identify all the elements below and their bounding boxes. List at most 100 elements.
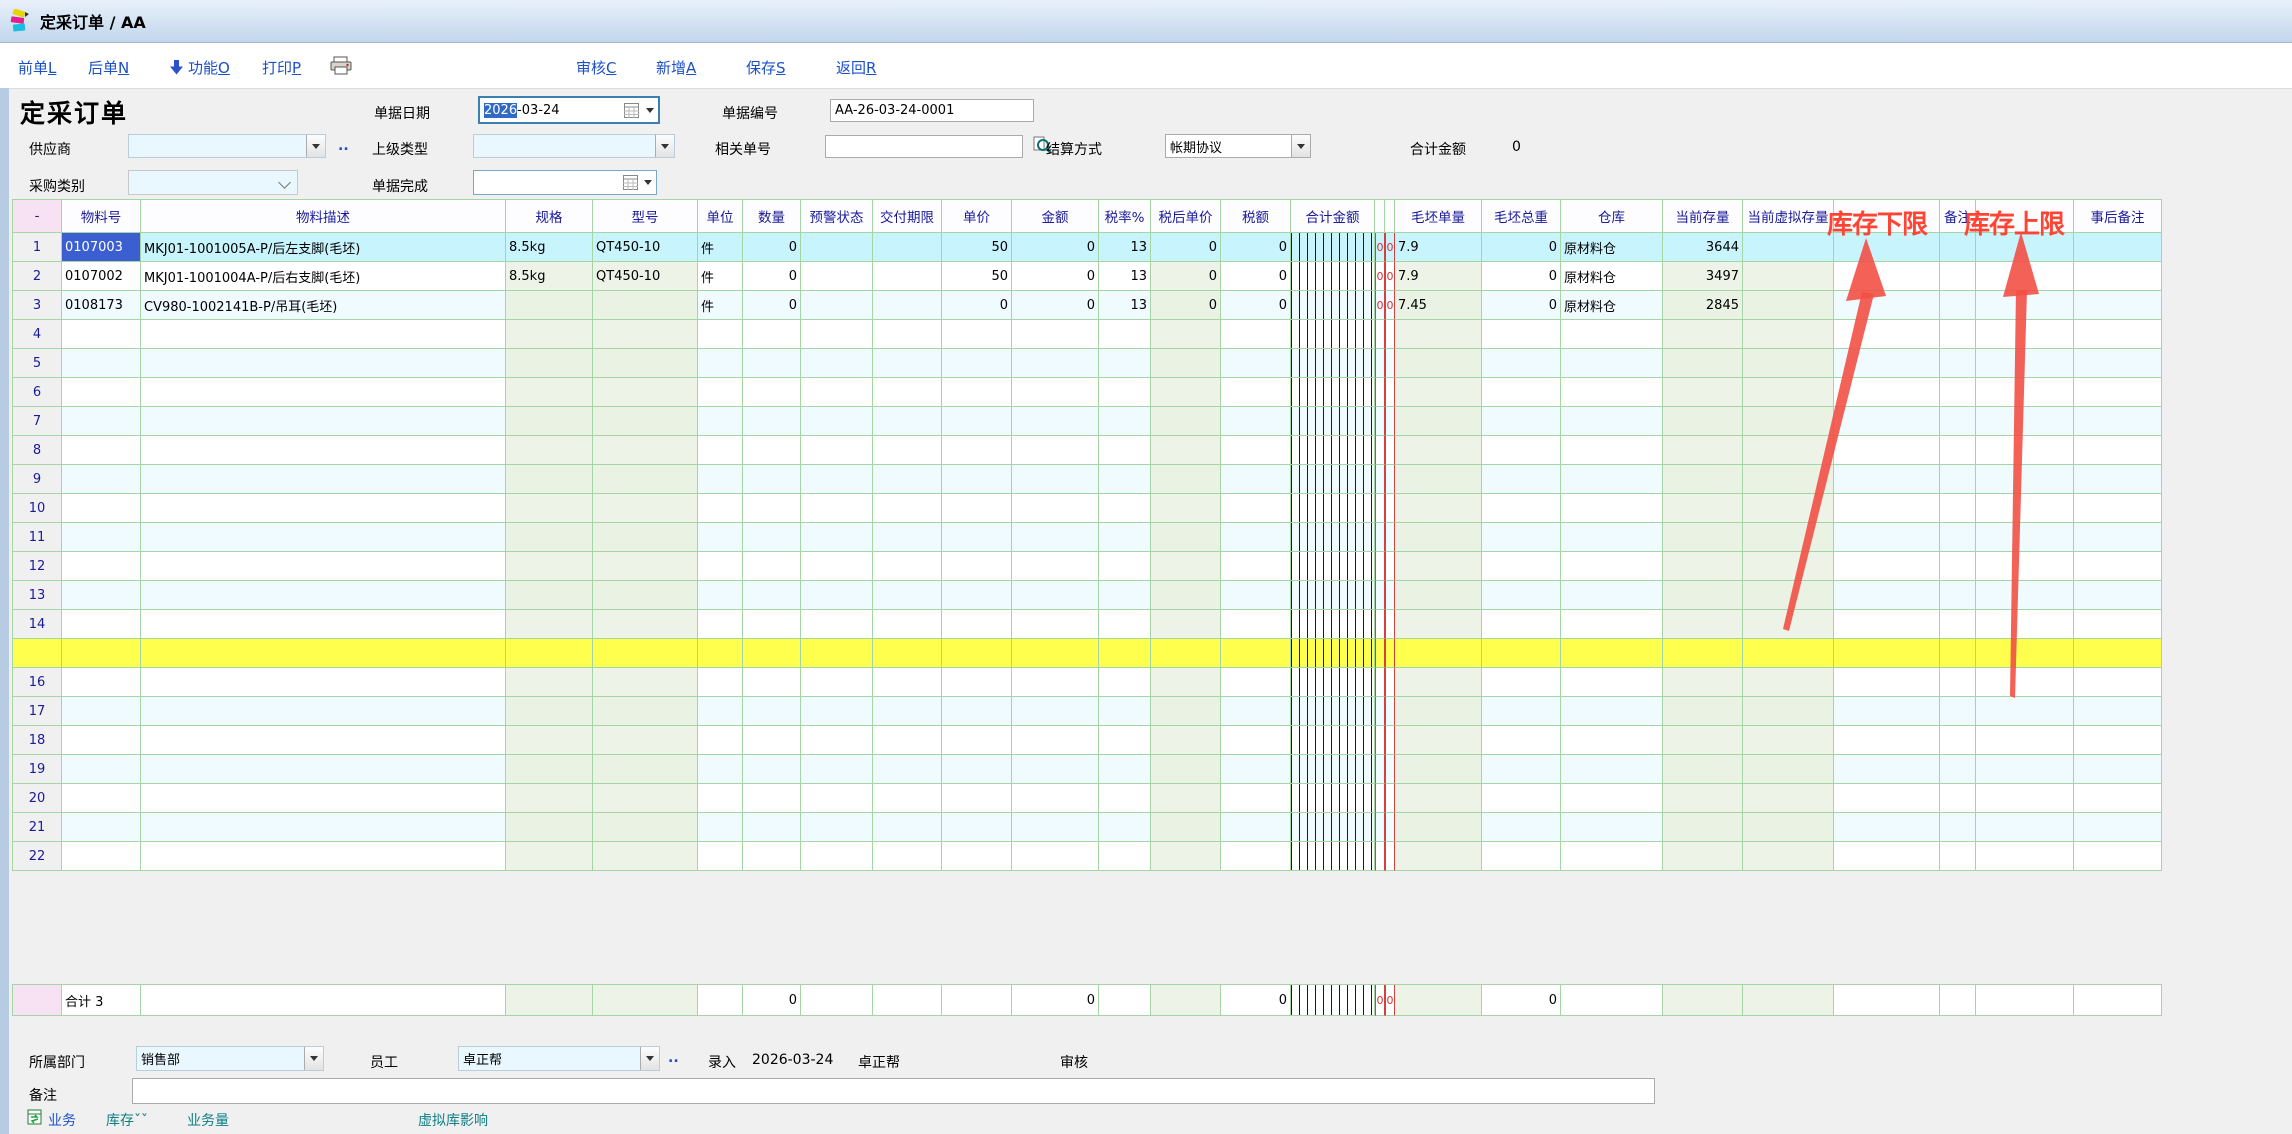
row-number[interactable]: 3 xyxy=(13,291,62,320)
cell-qty[interactable] xyxy=(743,697,801,726)
cell-price[interactable] xyxy=(942,465,1012,494)
cell-cur_stock[interactable]: 3497 xyxy=(1663,262,1743,291)
cell-model[interactable] xyxy=(593,726,698,755)
cell-blank_total_w[interactable] xyxy=(1482,436,1561,465)
cell-deliver[interactable] xyxy=(873,610,942,639)
row-number[interactable]: 10 xyxy=(13,494,62,523)
cell-post_note[interactable] xyxy=(2074,784,2162,813)
cell-desc[interactable]: MKJ01-1001005A-P/后左支脚(毛坯) xyxy=(141,233,506,262)
cell-blank_total_w[interactable] xyxy=(1482,320,1561,349)
cell-blank_unit_w[interactable] xyxy=(1395,726,1482,755)
cell-desc[interactable] xyxy=(141,697,506,726)
cell-blank_total_w[interactable] xyxy=(1482,813,1561,842)
cell-deliver[interactable] xyxy=(873,755,942,784)
cell-red2[interactable] xyxy=(1385,842,1395,871)
cell-price_after_tax[interactable] xyxy=(1151,697,1221,726)
cell-red2[interactable] xyxy=(1385,639,1395,668)
cell-model[interactable] xyxy=(593,320,698,349)
cell-deliver[interactable] xyxy=(873,668,942,697)
remark-input[interactable] xyxy=(132,1078,1655,1104)
cell-warn[interactable] xyxy=(801,436,873,465)
cell-cur_virtual[interactable] xyxy=(1743,581,1834,610)
cell-stock_low[interactable] xyxy=(1834,494,1940,523)
cell-post_note[interactable] xyxy=(2074,262,2162,291)
cell-stock_low[interactable] xyxy=(1834,407,1940,436)
cell-item_no[interactable] xyxy=(62,552,141,581)
cell-stock_high[interactable] xyxy=(1976,465,2074,494)
cell-amount[interactable] xyxy=(1012,668,1099,697)
cell-post_note[interactable] xyxy=(2074,407,2162,436)
tab-virtual-stock-impact[interactable]: 虚拟库影响 xyxy=(418,1110,488,1130)
cell-warn[interactable] xyxy=(801,755,873,784)
cell-spec[interactable] xyxy=(506,291,593,320)
cell-deliver[interactable] xyxy=(873,784,942,813)
cell-cur_virtual[interactable] xyxy=(1743,465,1834,494)
cell-desc[interactable] xyxy=(141,581,506,610)
cell-red2[interactable] xyxy=(1385,552,1395,581)
cell-spec[interactable] xyxy=(506,378,593,407)
cell-note[interactable] xyxy=(1940,436,1976,465)
cell-qty[interactable]: 0 xyxy=(743,233,801,262)
cell-amount[interactable] xyxy=(1012,494,1099,523)
cell-warehouse[interactable] xyxy=(1561,436,1663,465)
cell-blank_total_w[interactable] xyxy=(1482,610,1561,639)
doc-date-input[interactable]: 2026-03-24 xyxy=(478,96,660,124)
cell-warn[interactable] xyxy=(801,407,873,436)
cell-model[interactable]: QT450-10 xyxy=(593,233,698,262)
cell-price[interactable] xyxy=(942,610,1012,639)
cell-cur_virtual[interactable] xyxy=(1743,755,1834,784)
cell-taxrate[interactable] xyxy=(1099,465,1151,494)
cell-item_no[interactable] xyxy=(62,407,141,436)
cell-cur_virtual[interactable] xyxy=(1743,349,1834,378)
cell-tax[interactable]: 0 xyxy=(1221,291,1291,320)
cell-warehouse[interactable]: 原材料仓 xyxy=(1561,233,1663,262)
cell-deliver[interactable] xyxy=(873,291,942,320)
cell-cur_virtual[interactable] xyxy=(1743,436,1834,465)
cell-post_note[interactable] xyxy=(2074,581,2162,610)
cell-desc[interactable] xyxy=(141,784,506,813)
cell-amount[interactable] xyxy=(1012,407,1099,436)
cell-tax[interactable] xyxy=(1221,378,1291,407)
cell-cur_virtual[interactable] xyxy=(1743,813,1834,842)
cell-price[interactable] xyxy=(942,784,1012,813)
cell-blank_unit_w[interactable] xyxy=(1395,320,1482,349)
dept-dropdown-button[interactable] xyxy=(304,1047,323,1070)
cell-total_amount[interactable] xyxy=(1291,755,1375,784)
cell-price[interactable] xyxy=(942,668,1012,697)
cell-deliver[interactable] xyxy=(873,726,942,755)
cell-price[interactable]: 50 xyxy=(942,262,1012,291)
cell-model[interactable] xyxy=(593,842,698,871)
cell-unit[interactable] xyxy=(698,784,743,813)
cell-cur_stock[interactable] xyxy=(1663,320,1743,349)
row-number[interactable]: 13 xyxy=(13,581,62,610)
cell-stock_low[interactable] xyxy=(1834,813,1940,842)
cell-stock_high[interactable] xyxy=(1976,407,2074,436)
cell-tax[interactable] xyxy=(1221,813,1291,842)
cell-cur_virtual[interactable] xyxy=(1743,494,1834,523)
cell-taxrate[interactable] xyxy=(1099,726,1151,755)
cell-warn[interactable] xyxy=(801,291,873,320)
row-number[interactable]: 4 xyxy=(13,320,62,349)
cell-amount[interactable] xyxy=(1012,436,1099,465)
cell-cur_virtual[interactable] xyxy=(1743,407,1834,436)
cell-warehouse[interactable]: 原材料仓 xyxy=(1561,262,1663,291)
row-number[interactable]: 9 xyxy=(13,465,62,494)
cell-stock_low[interactable] xyxy=(1834,320,1940,349)
cell-blank_total_w[interactable] xyxy=(1482,407,1561,436)
cell-post_note[interactable] xyxy=(2074,291,2162,320)
cell-unit[interactable] xyxy=(698,581,743,610)
cell-stock_low[interactable] xyxy=(1834,291,1940,320)
cell-red1[interactable] xyxy=(1375,465,1385,494)
cell-item_no[interactable] xyxy=(62,842,141,871)
cell-item_no[interactable] xyxy=(62,726,141,755)
cell-red1[interactable] xyxy=(1375,378,1385,407)
row-number[interactable]: 1 xyxy=(13,233,62,262)
cell-cur_virtual[interactable] xyxy=(1743,726,1834,755)
cell-blank_unit_w[interactable] xyxy=(1395,378,1482,407)
cell-cur_stock[interactable] xyxy=(1663,494,1743,523)
cell-price[interactable]: 50 xyxy=(942,233,1012,262)
cell-warehouse[interactable] xyxy=(1561,697,1663,726)
cell-taxrate[interactable] xyxy=(1099,581,1151,610)
cell-amount[interactable]: 0 xyxy=(1012,233,1099,262)
cell-amount[interactable]: 0 xyxy=(1012,262,1099,291)
